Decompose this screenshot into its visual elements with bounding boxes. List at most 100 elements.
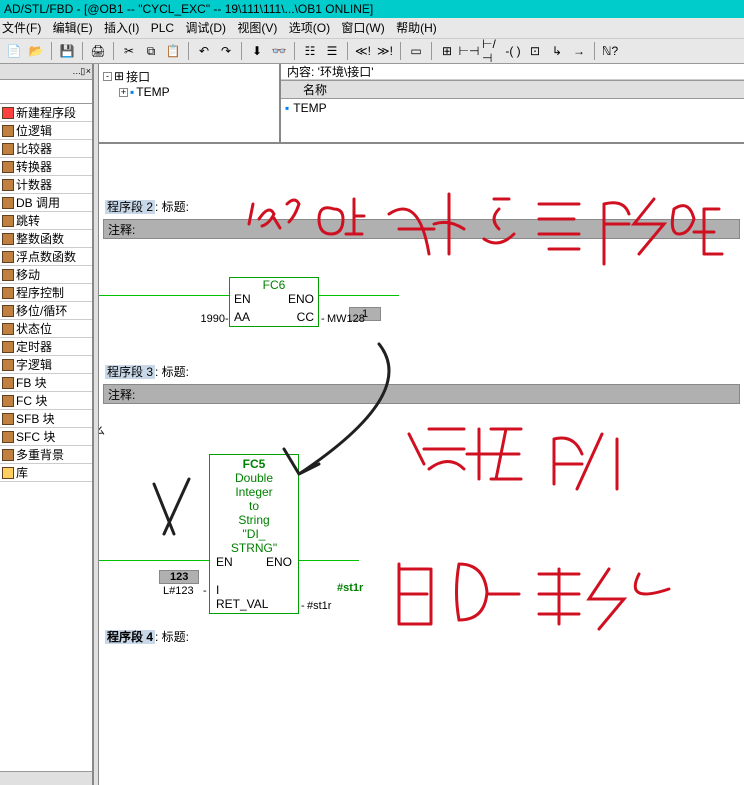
- seg2-subtitle[interactable]: : 标题:: [155, 200, 189, 214]
- seg3-name[interactable]: 程序段 3: [105, 365, 155, 379]
- tb-ref-icon[interactable]: ☷: [300, 41, 320, 61]
- ladder-editor[interactable]: 程序段 2: 标题: 注释: FC6 ENENO AACC 1990 -: [99, 144, 744, 785]
- sidebar-footer: [0, 771, 92, 785]
- tb-redo-icon[interactable]: ↷: [216, 41, 236, 61]
- var-row-temp[interactable]: ▪ TEMP: [281, 99, 744, 117]
- fc5-desc1: Double: [216, 471, 292, 485]
- cat-prog-ctrl[interactable]: 程序控制: [0, 284, 92, 302]
- tb-new-icon[interactable]: 📄: [4, 41, 24, 61]
- cat-new-network[interactable]: 新建程序段: [0, 104, 92, 122]
- tb-paste-icon[interactable]: 📋: [163, 41, 183, 61]
- eno-line: [319, 295, 399, 296]
- temp-var-icon: ▪: [285, 99, 289, 117]
- tb-ref2-icon[interactable]: ☰: [322, 41, 342, 61]
- rail-line: [99, 295, 229, 296]
- folder-icon: [2, 323, 14, 335]
- menu-options[interactable]: 选项(O): [289, 18, 330, 38]
- fc5-in-val[interactable]: L#123: [163, 585, 194, 597]
- fc5-block[interactable]: FC5 Double Integer to String "DI_ STRNG"…: [209, 454, 299, 614]
- tb-open-icon[interactable]: 📂: [26, 41, 46, 61]
- tb-print-icon[interactable]: 🖨: [88, 41, 108, 61]
- folder-icon: [2, 161, 14, 173]
- interface-tree[interactable]: - ⊞ 接口 + ▪ TEMP: [99, 64, 281, 142]
- fc5-en: EN: [216, 555, 233, 569]
- fc6-block[interactable]: FC6 ENENO AACC: [229, 277, 319, 327]
- tb-download-icon[interactable]: ⬇: [247, 41, 267, 61]
- folder-icon: [2, 449, 14, 461]
- tree-root[interactable]: - ⊞ 接口: [103, 68, 275, 84]
- menu-view[interactable]: 视图(V): [237, 18, 277, 38]
- tb-help-icon[interactable]: ℕ?: [600, 41, 620, 61]
- menu-window[interactable]: 窗口(W): [341, 18, 384, 38]
- cat-bit-logic[interactable]: 位逻辑: [0, 122, 92, 140]
- cat-float-fn[interactable]: 浮点数函数: [0, 248, 92, 266]
- tb-conn-icon[interactable]: →: [569, 41, 589, 61]
- cat-fb-block[interactable]: FB 块: [0, 374, 92, 392]
- cat-counter[interactable]: 计数器: [0, 176, 92, 194]
- tb-undo-icon[interactable]: ↶: [194, 41, 214, 61]
- fc6-dash1: -: [225, 313, 229, 325]
- folder-icon: [2, 179, 14, 191]
- folder-icon: [2, 305, 14, 317]
- tree-temp[interactable]: + ▪ TEMP: [103, 84, 275, 100]
- tb-box-icon[interactable]: ⊡: [525, 41, 545, 61]
- seg2-name[interactable]: 程序段 2: [105, 200, 155, 214]
- title-bar: AD/STL/FBD - [@OB1 -- "CYCL_EXC" -- 19\1…: [0, 0, 744, 18]
- seg4-name[interactable]: 程序段 4: [105, 630, 155, 644]
- fc5-retval-out[interactable]: #st1r: [307, 600, 331, 612]
- fc6-out-mw[interactable]: MW128: [327, 313, 365, 325]
- cat-word-logic[interactable]: 字逻辑: [0, 356, 92, 374]
- cat-timer[interactable]: 定时器: [0, 338, 92, 356]
- menu-edit[interactable]: 编辑(E): [53, 18, 93, 38]
- name-column-header[interactable]: 名称: [281, 81, 744, 99]
- sidebar: …▯ × 新建程序段 位逻辑 比较器 转换器 计数器 DB 调用 跳转 整数函数…: [0, 64, 93, 785]
- cat-convert[interactable]: 转换器: [0, 158, 92, 176]
- fc6-eno: ENO: [288, 292, 314, 306]
- tb-catalog-icon[interactable]: ▭: [406, 41, 426, 61]
- menu-help[interactable]: 帮助(H): [396, 18, 437, 38]
- cat-int-fn[interactable]: 整数函数: [0, 230, 92, 248]
- tb-contact-icon[interactable]: ⊢⊣: [459, 41, 479, 61]
- tb-save-icon[interactable]: 💾: [57, 41, 77, 61]
- tb-coil-icon[interactable]: -( ): [503, 41, 523, 61]
- tb-goto2-icon[interactable]: ≫!: [375, 41, 395, 61]
- menu-file[interactable]: 文件(F): [2, 18, 41, 38]
- tb-monitor-icon[interactable]: 👓: [269, 41, 289, 61]
- interface-panel: - ⊞ 接口 + ▪ TEMP 内容: '环境\接口' 名称 ▪ TEMP: [99, 64, 744, 144]
- tb-copy-icon[interactable]: ⧉: [141, 41, 161, 61]
- tb-goto-icon[interactable]: ≪!: [353, 41, 373, 61]
- fc5-out-st1r[interactable]: #st1r: [337, 582, 363, 594]
- cat-multi-inst[interactable]: 多重背景: [0, 446, 92, 464]
- menu-plc[interactable]: PLC: [151, 18, 174, 38]
- expand-icon[interactable]: +: [119, 88, 128, 97]
- seg4-subtitle[interactable]: : 标题:: [155, 630, 189, 644]
- tb-branch-icon[interactable]: ↳: [547, 41, 567, 61]
- cat-db-call[interactable]: DB 调用: [0, 194, 92, 212]
- fc6-in-val[interactable]: 1990: [189, 313, 225, 325]
- seg2-title[interactable]: 程序段 2: 标题:: [99, 194, 744, 219]
- cat-status[interactable]: 状态位: [0, 320, 92, 338]
- folder-icon: [2, 215, 14, 227]
- fc6-en: EN: [234, 292, 251, 306]
- cat-compare[interactable]: 比较器: [0, 140, 92, 158]
- cat-move[interactable]: 移动: [0, 266, 92, 284]
- cat-library[interactable]: 库: [0, 464, 92, 482]
- menu-debug[interactable]: 调试(D): [185, 18, 226, 38]
- fc6-dash2: -: [321, 313, 325, 325]
- seg2-comment[interactable]: 注释:: [103, 219, 740, 239]
- tb-cut-icon[interactable]: ✂: [119, 41, 139, 61]
- seg3-subtitle[interactable]: : 标题:: [155, 365, 189, 379]
- cat-shift[interactable]: 移位/循环: [0, 302, 92, 320]
- cat-sfb-block[interactable]: SFB 块: [0, 410, 92, 428]
- collapse-icon[interactable]: -: [103, 72, 112, 81]
- folder-icon: [2, 233, 14, 245]
- menu-insert[interactable]: 插入(I): [104, 18, 139, 38]
- fc6-cc: CC: [297, 310, 314, 324]
- sidebar-dots-icon[interactable]: …▯ ×: [72, 66, 90, 77]
- tb-ncontact-icon[interactable]: ⊢/⊣: [481, 41, 501, 61]
- cat-jump[interactable]: 跳转: [0, 212, 92, 230]
- seg3-comment[interactable]: 注释:: [103, 384, 740, 404]
- tb-network-icon[interactable]: ⊞: [437, 41, 457, 61]
- cat-fc-block[interactable]: FC 块: [0, 392, 92, 410]
- cat-sfc-block[interactable]: SFC 块: [0, 428, 92, 446]
